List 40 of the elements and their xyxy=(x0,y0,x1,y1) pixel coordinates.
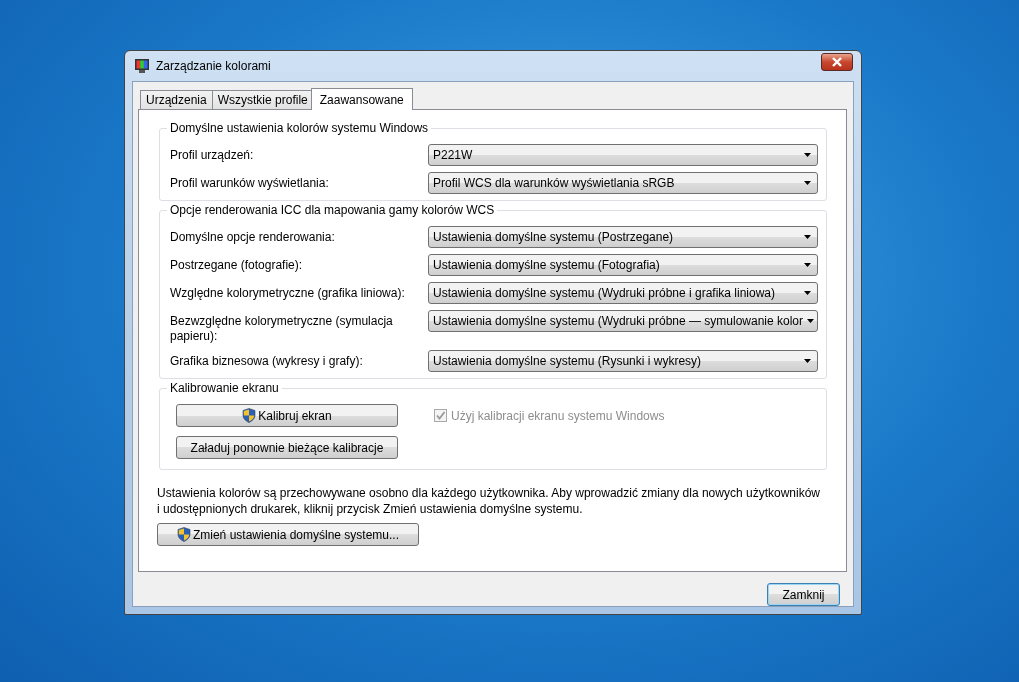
shield-icon xyxy=(242,408,257,423)
dropdown[interactable]: Ustawienia domyślne systemu (Wydruki próbne i grafika liniowa) xyxy=(428,282,818,304)
field-label: Postrzegane (fotografie): xyxy=(170,257,304,273)
push-button[interactable]: Kalibruj ekran xyxy=(176,404,398,427)
dropdown[interactable]: Ustawienia domyślne systemu (Fotografia) xyxy=(428,254,818,276)
group-title: Domyślne ustawienia kolorów systemu Windows xyxy=(167,121,432,135)
dropdown[interactable]: Profil WCS dla warunków wyświetlania sRGB xyxy=(428,172,818,194)
caret-icon xyxy=(807,319,815,323)
caret-icon xyxy=(804,263,811,267)
close-icon xyxy=(831,57,843,67)
dropdown[interactable]: Ustawienia domyślne systemu (Postrzegane) xyxy=(428,226,818,248)
change-defaults-button[interactable]: Zmień ustawienia domyślne systemu... xyxy=(157,523,419,546)
caret-icon xyxy=(804,235,811,239)
window-title: Zarządzanie kolorami xyxy=(156,59,272,73)
push-button[interactable]: Załaduj ponownie bieżące kalibracje xyxy=(176,436,398,459)
field-label: Grafika biznesowa (wykresy i grafy): xyxy=(170,353,364,369)
tab[interactable]: Urządzenia xyxy=(140,90,213,109)
tab[interactable]: Zaawansowane xyxy=(310,88,413,110)
dropdown[interactable]: P221W xyxy=(428,144,818,166)
group-title: Kalibrowanie ekranu xyxy=(167,381,282,395)
dropdown[interactable]: Ustawienia domyślne systemu (Wydruki próbne — symulowanie kolor xyxy=(428,310,818,332)
caret-icon xyxy=(804,359,811,363)
field-label: Bezwzględne kolorymetryczne (symulacja papieru): xyxy=(170,313,394,344)
shield-icon xyxy=(176,527,191,542)
info-text: Ustawienia kolorów są przechowywane osobno dla każdego użytkownika. Aby wprowadzić zmiany dla nowych użytkowników i udostępnionych drukarek, kliknij przycisk Zmień ustawienia domyślne systemu. xyxy=(157,485,821,517)
field-label: Względne kolorymetryczne (grafika liniowa): xyxy=(170,285,406,301)
checkmark-icon xyxy=(435,410,446,421)
caret-icon xyxy=(804,153,811,157)
group-title: Opcje renderowania ICC dla mapowania gamy kolorów WCS xyxy=(167,203,498,217)
field-label: Profil urządzeń: xyxy=(170,147,255,163)
checkbox-label: Użyj kalibracji ekranu systemu Windows xyxy=(451,408,665,423)
monitor-icon xyxy=(134,58,150,74)
close-dialog-button[interactable]: Zamknij xyxy=(767,583,840,606)
field-label: Profil warunków wyświetlania: xyxy=(170,175,330,191)
field-label: Domyślne opcje renderowania: xyxy=(170,229,336,245)
caret-icon xyxy=(804,291,811,295)
close-button[interactable] xyxy=(821,53,853,71)
dropdown[interactable]: Ustawienia domyślne systemu (Rysunki i wykresy) xyxy=(428,350,818,372)
tab[interactable]: Wszystkie profile xyxy=(211,90,314,109)
caret-icon xyxy=(804,181,811,185)
